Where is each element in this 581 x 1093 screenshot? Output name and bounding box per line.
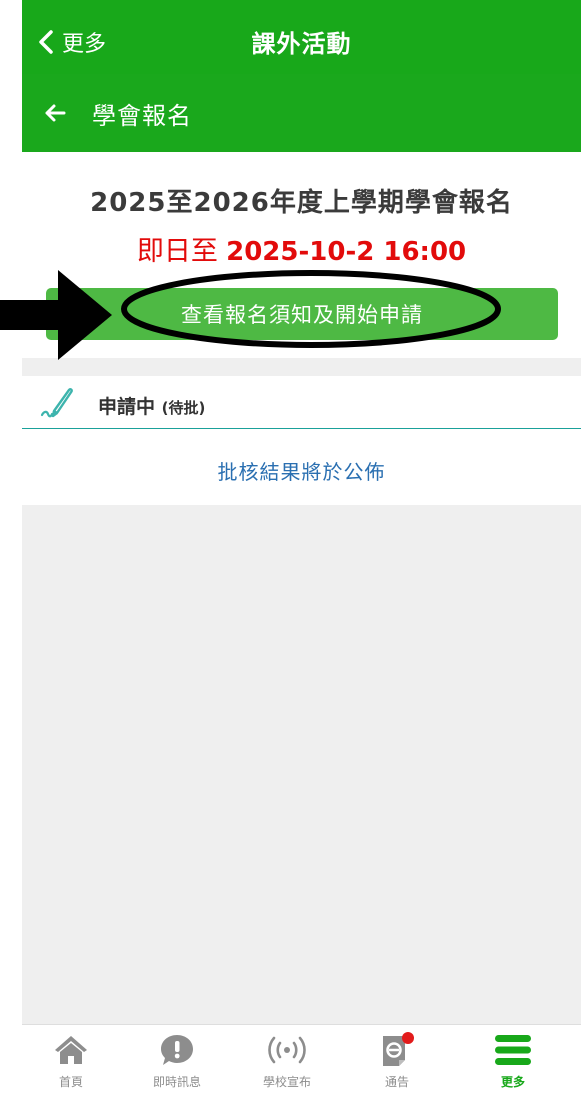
- tab-more[interactable]: 更多: [468, 1031, 558, 1090]
- deadline: 即日至 2025-10-2 16:00: [22, 229, 581, 268]
- subheader-title: 學會報名: [92, 101, 192, 130]
- applying-status: 申請中 (待批): [98, 392, 205, 419]
- applying-status-label: 申請中: [98, 396, 156, 418]
- approval-result-link[interactable]: 批核結果將於公佈: [22, 456, 581, 485]
- tab-notices-label: 通告: [384, 1075, 409, 1089]
- applying-status-note: (待批): [161, 399, 206, 417]
- bottom-tab-bar: 首頁 即時訊息 學校宣布 通告 更多: [22, 1024, 581, 1093]
- top-navigation-bar: 更多 課外活動: [22, 0, 581, 74]
- home-icon: [55, 1036, 87, 1064]
- registration-headline: 2025至2026年度上學期學會報名 即日至 2025-10-2 16:00: [22, 152, 581, 268]
- deadline-prefix: 即日至: [136, 236, 218, 267]
- deadline-datetime: 2025-10-2 16:00: [226, 237, 467, 267]
- registration-title: 2025至2026年度上學期學會報名: [90, 188, 513, 218]
- tab-announcements[interactable]: 學校宣布: [242, 1031, 332, 1090]
- page-title: 課外活動: [251, 30, 352, 58]
- tab-messages-label: 即時訊息: [152, 1075, 201, 1089]
- applying-section-header: 申請中 (待批): [22, 376, 581, 429]
- message-icon: [161, 1035, 193, 1065]
- arrow-left-icon[interactable]: [44, 102, 66, 124]
- broadcast-icon: [268, 1036, 306, 1064]
- app-screen: 更多 課外活動 學會報名 2025至2026年度上學期學會報名 即日至 2025…: [22, 0, 581, 1093]
- tab-messages[interactable]: 即時訊息: [132, 1031, 222, 1090]
- annotation-ellipse: [121, 270, 501, 348]
- sub-header-bar: 學會報名: [22, 74, 581, 152]
- content-background: [22, 505, 581, 1024]
- notice-icon: [383, 1032, 414, 1066]
- tab-more-label: 更多: [500, 1075, 525, 1089]
- left-margin: [0, 0, 22, 1093]
- notification-badge: [402, 1032, 414, 1044]
- tab-home[interactable]: 首頁: [26, 1031, 116, 1090]
- pen-icon: [40, 388, 73, 418]
- tab-announcements-label: 學校宣布: [262, 1075, 311, 1089]
- tab-notices[interactable]: 通告: [352, 1031, 442, 1090]
- menu-icon: [495, 1035, 531, 1065]
- tab-home-label: 首頁: [58, 1075, 83, 1089]
